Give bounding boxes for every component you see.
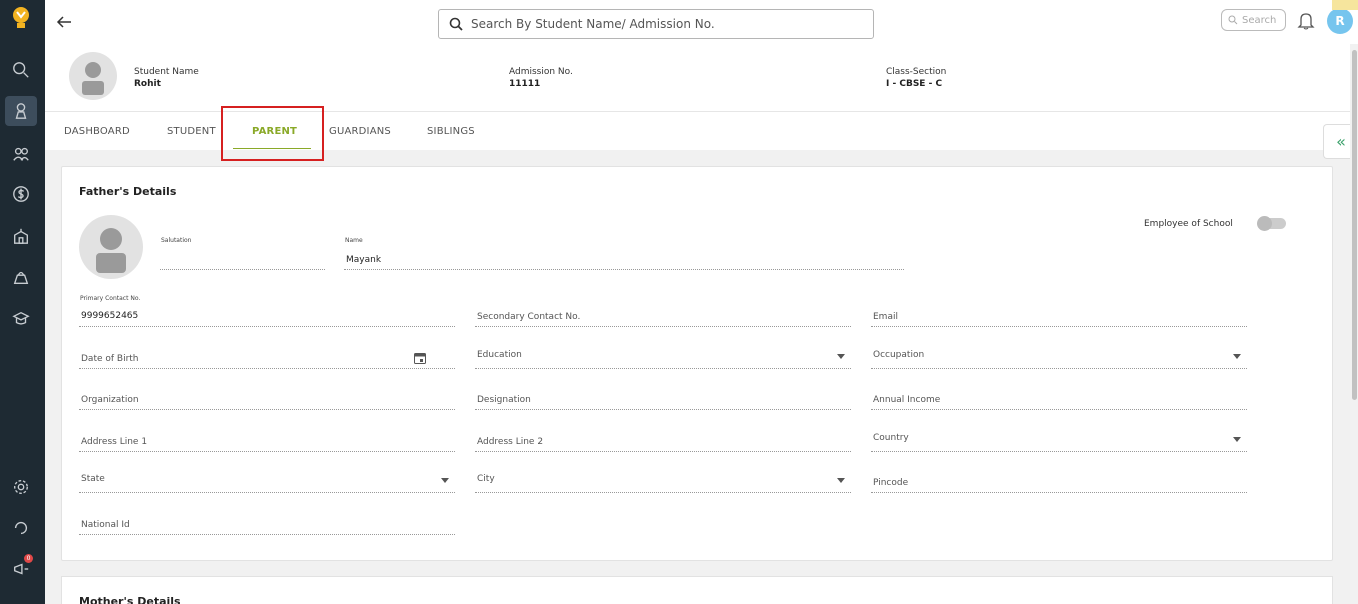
user-avatar[interactable]: R [1327,8,1353,34]
tab-dashboard[interactable]: DASHBOARD [64,126,130,137]
tab-student[interactable]: STUDENT [167,126,216,137]
student-search-input[interactable]: Search By Student Name/ Admission No. [438,9,874,39]
class-section: I - CBSE - C [886,79,943,89]
email-placeholder: Email [873,312,898,322]
national-id-field[interactable]: National Id [79,511,455,535]
occupation-placeholder: Occupation [873,350,925,360]
address-line-1-placeholder: Address Line 1 [81,437,148,447]
tab-siblings[interactable]: SIBLINGS [427,126,475,137]
state-select[interactable]: State [79,469,455,493]
school-icon[interactable] [5,221,37,251]
back-arrow-icon[interactable] [55,13,73,31]
dob-placeholder: Date of Birth [81,354,139,364]
gear-icon[interactable] [5,472,37,502]
refresh-icon[interactable] [5,513,37,543]
announcement-icon[interactable]: 0 [5,554,37,584]
admission-label: Admission No. [509,67,573,77]
quick-search-label: Search [1242,14,1277,26]
tab-guardians[interactable]: GUARDIANS [329,126,391,137]
state-placeholder: State [81,474,105,484]
class-section-label: Class-Section [886,67,947,77]
name-value: Mayank [346,255,382,265]
annual-income-field[interactable]: Annual Income [871,387,1247,410]
page-scrollbar[interactable] [1350,44,1358,604]
calendar-icon[interactable] [413,351,427,365]
graduation-icon[interactable] [5,304,37,334]
dollar-icon[interactable] [5,179,37,209]
users-icon[interactable] [5,139,37,169]
chevron-down-icon [1233,354,1241,359]
designation-field[interactable]: Designation [475,387,851,410]
tab-bar: DASHBOARD STUDENT PARENT GUARDIANS SIBLI… [45,106,1350,161]
corner-decoration [1332,0,1358,10]
country-select[interactable]: Country [871,428,1247,452]
employee-of-school-label: Employee of School [1144,219,1233,229]
father-details-card: Father's Details Salutation Name Mayank … [61,166,1333,561]
search-icon [1228,15,1238,25]
address-line-1-field[interactable]: Address Line 1 [79,428,455,452]
name-label: Name [345,237,363,244]
chevron-down-icon [837,478,845,483]
tab-highlight-box [221,106,324,161]
student-icon[interactable] [5,96,37,126]
student-name-block: Student Name Rohit [134,66,199,90]
student-name-label: Student Name [134,67,199,77]
father-details-title: Father's Details [79,185,177,198]
primary-contact-field[interactable]: Primary Contact No. 9999652465 [79,293,455,327]
student-avatar [69,52,117,100]
notification-badge: 0 [24,554,33,563]
mother-details-card: Mother's Details [61,576,1333,604]
name-field[interactable]: Name Mayank [344,235,904,270]
mother-details-title: Mother's Details [79,595,181,604]
country-placeholder: Country [873,433,909,443]
employee-of-school-toggle[interactable] [1257,216,1286,231]
salutation-label: Salutation [161,237,192,244]
bell-icon[interactable] [1297,11,1315,31]
search-icon [449,17,463,31]
pincode-placeholder: Pincode [873,478,909,488]
student-name: Rohit [134,79,161,89]
salutation-field[interactable]: Salutation [160,235,325,270]
organization-placeholder: Organization [81,395,139,405]
student-header: Student Name Rohit Admission No. 11111 C… [45,44,1350,112]
scrollbar-thumb[interactable] [1352,50,1357,400]
education-select[interactable]: Education [475,345,851,369]
class-section-block: Class-Section I - CBSE - C [886,66,946,90]
secondary-contact-placeholder: Secondary Contact No. [477,312,581,322]
annual-income-placeholder: Annual Income [873,395,941,405]
primary-contact-value: 9999652465 [81,311,139,321]
pincode-field[interactable]: Pincode [871,469,1247,493]
sidebar: 0 [0,0,45,604]
bag-icon[interactable] [5,262,37,292]
occupation-select[interactable]: Occupation [871,345,1247,369]
admission-block: Admission No. 11111 [509,66,573,90]
chevron-down-icon [1233,437,1241,442]
search-placeholder: Search By Student Name/ Admission No. [471,17,715,31]
primary-contact-label: Primary Contact No. [80,295,141,302]
father-avatar[interactable] [79,215,143,279]
organization-field[interactable]: Organization [79,387,455,410]
city-select[interactable]: City [475,469,851,493]
quick-search-button[interactable]: Search [1221,9,1286,31]
app-logo-icon[interactable] [7,4,35,32]
education-placeholder: Education [477,350,522,360]
top-bar: Search By Student Name/ Admission No. Se… [45,0,1358,44]
designation-placeholder: Designation [477,395,531,405]
address-line-2-placeholder: Address Line 2 [477,437,544,447]
admission-number: 11111 [509,79,541,89]
search-icon[interactable] [5,55,37,85]
dob-field[interactable]: Date of Birth [79,345,455,369]
chevron-down-icon [837,354,845,359]
city-placeholder: City [477,474,495,484]
national-id-placeholder: National Id [81,520,130,530]
email-field[interactable]: Email [871,305,1247,327]
secondary-contact-field[interactable]: Secondary Contact No. [475,305,851,327]
chevron-down-icon [441,478,449,483]
address-line-2-field[interactable]: Address Line 2 [475,428,851,452]
